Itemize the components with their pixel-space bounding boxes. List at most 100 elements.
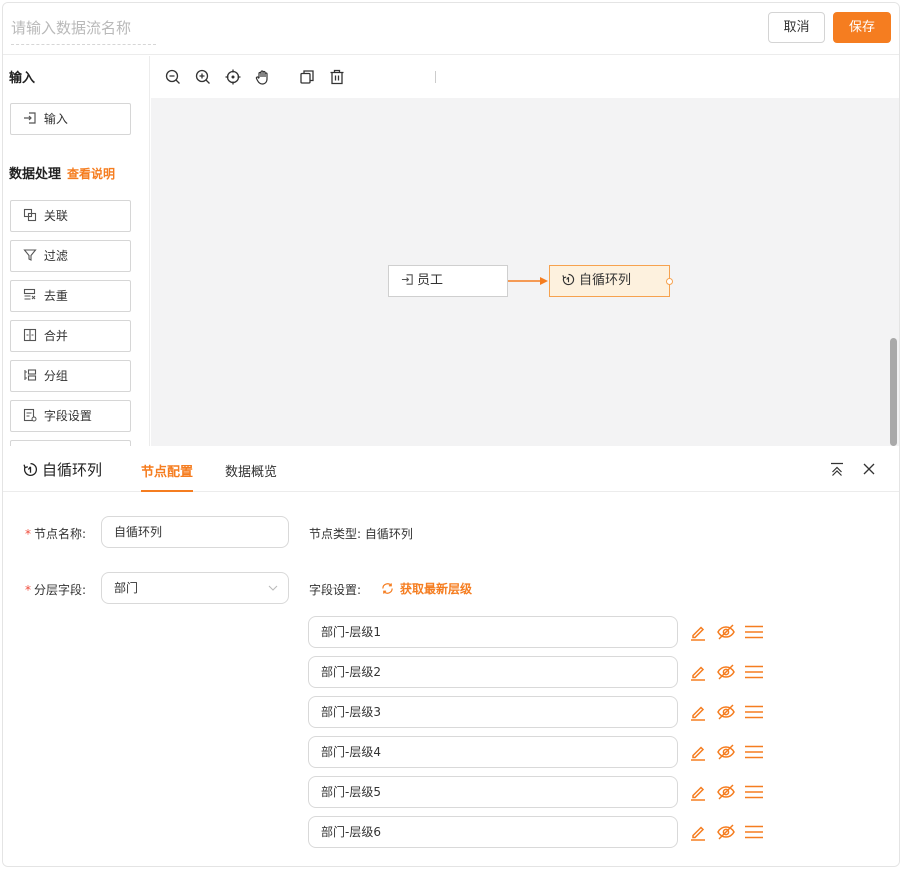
- layer-field-label: * 分层字段:: [25, 583, 87, 597]
- close-icon[interactable]: [861, 461, 877, 477]
- layer-field-label-text: 分层字段:: [34, 583, 87, 597]
- edit-icon[interactable]: [688, 742, 708, 762]
- pan-hand-icon[interactable]: [255, 69, 271, 85]
- tool-join-label: 关联: [43, 209, 68, 223]
- level-input[interactable]: 部门-层级5: [308, 776, 678, 808]
- tool-dedupe[interactable]: 去重: [10, 280, 131, 312]
- copy-icon[interactable]: [299, 69, 315, 85]
- level-input[interactable]: 部门-层级3: [308, 696, 678, 728]
- drag-handle-icon[interactable]: [744, 662, 764, 682]
- tool-field-settings[interactable]: 字段设置: [10, 400, 131, 432]
- tool-filter[interactable]: 过滤: [10, 240, 131, 272]
- drag-handle-icon[interactable]: [744, 742, 764, 762]
- input-section-title: 输入: [9, 71, 36, 86]
- drag-handle-icon[interactable]: [744, 622, 764, 642]
- refresh-levels-label: 获取最新层级: [400, 582, 473, 596]
- toolbar-divider: [435, 71, 436, 83]
- level-row: 部门-层级4: [308, 736, 778, 768]
- node-name-label: * 节点名称:: [25, 527, 87, 541]
- dedupe-icon: [23, 288, 36, 300]
- delete-icon[interactable]: [329, 69, 345, 85]
- tab-node-config[interactable]: 节点配置: [141, 461, 194, 492]
- join-icon: [23, 208, 37, 222]
- hide-eye-icon[interactable]: [716, 622, 736, 642]
- merge-icon: [23, 328, 37, 342]
- refresh-icon: [382, 583, 393, 594]
- flow-name-input[interactable]: 请输入数据流名称: [11, 13, 156, 45]
- level-input[interactable]: 部门-层级6: [308, 816, 678, 848]
- tool-input-label: 输入: [43, 112, 68, 126]
- edit-icon[interactable]: [688, 822, 708, 842]
- level-row: 部门-层级3: [308, 696, 778, 728]
- app-frame: 请输入数据流名称 取消 保存 输入 输入 数据处理 查看说明 关联 过滤 去重 合…: [2, 2, 900, 867]
- level-row: 部门-层级1: [308, 616, 778, 648]
- flow-node-self-loop[interactable]: 自循环列: [549, 265, 673, 297]
- hide-eye-icon[interactable]: [716, 742, 736, 762]
- node-name-label-text: 节点名称:: [34, 527, 87, 541]
- level-row: 部门-层级5: [308, 776, 778, 808]
- tool-merge-label: 合并: [43, 329, 68, 343]
- self-loop-icon: [23, 462, 37, 476]
- collapse-icon[interactable]: [829, 461, 845, 477]
- hide-eye-icon[interactable]: [716, 782, 736, 802]
- level-input[interactable]: 部门-层级1: [308, 616, 678, 648]
- drag-handle-icon[interactable]: [744, 822, 764, 842]
- node-name-input[interactable]: 自循环列: [101, 516, 289, 548]
- zoom-in-icon[interactable]: [195, 69, 211, 85]
- processing-section-title: 数据处理 查看说明: [9, 163, 115, 182]
- save-button[interactable]: 保存: [833, 12, 891, 43]
- level-row: 部门-层级6: [308, 816, 778, 848]
- panel-title-text: 自循环列: [42, 461, 103, 479]
- edit-icon[interactable]: [688, 782, 708, 802]
- flow-edge-arrow[interactable]: [508, 273, 550, 289]
- canvas-scrollbar-thumb[interactable]: [890, 338, 897, 446]
- flow-canvas[interactable]: 员工 自循环列: [151, 98, 899, 446]
- field-settings-icon: [23, 408, 37, 422]
- self-loop-icon: [562, 273, 575, 286]
- refresh-levels-button[interactable]: 获取最新层级: [381, 580, 472, 597]
- hide-eye-icon[interactable]: [716, 662, 736, 682]
- level-input[interactable]: 部门-层级2: [308, 656, 678, 688]
- node-type-label: 节点类型:: [309, 527, 362, 541]
- tool-merge[interactable]: 合并: [10, 320, 131, 352]
- tool-group[interactable]: 分组: [10, 360, 131, 392]
- level-row: 部门-层级2: [308, 656, 778, 688]
- flow-node-source-label: 员工: [417, 273, 444, 288]
- layer-field-select[interactable]: 部门: [101, 572, 289, 604]
- tool-input[interactable]: 输入: [10, 103, 131, 135]
- drag-handle-icon[interactable]: [744, 702, 764, 722]
- node-type-value: 自循环列: [364, 527, 413, 541]
- group-icon: [24, 369, 37, 381]
- tool-group-label: 分组: [43, 369, 68, 383]
- node-palette: 输入 输入 数据处理 查看说明 关联 过滤 去重 合并 分组 字段设置: [3, 56, 150, 446]
- edit-icon[interactable]: [688, 702, 708, 722]
- input-icon: [24, 112, 36, 124]
- edit-icon[interactable]: [688, 622, 708, 642]
- edit-icon[interactable]: [688, 662, 708, 682]
- tab-data-overview[interactable]: 数据概览: [225, 461, 277, 492]
- zoom-out-icon[interactable]: [165, 69, 181, 85]
- cancel-button[interactable]: 取消: [768, 12, 825, 43]
- flow-node-source[interactable]: 员工: [388, 265, 508, 297]
- node-output-port[interactable]: [666, 278, 673, 285]
- help-link[interactable]: 查看说明: [67, 167, 115, 181]
- field-settings-label: 字段设置:: [309, 583, 362, 597]
- processing-title-text: 数据处理: [9, 167, 62, 182]
- tool-dedupe-label: 去重: [43, 289, 68, 303]
- filter-icon: [23, 249, 37, 261]
- chevron-down-icon: [268, 585, 278, 591]
- level-input[interactable]: 部门-层级4: [308, 736, 678, 768]
- panel-header: 自循环列 节点配置 数据概览: [3, 446, 899, 492]
- panel-title: 自循环列: [23, 459, 102, 480]
- tool-filter-label: 过滤: [43, 249, 68, 263]
- layer-field-value: 部门: [114, 581, 139, 595]
- hide-eye-icon[interactable]: [716, 702, 736, 722]
- node-type-info: 节点类型: 自循环列: [309, 525, 413, 542]
- tool-join[interactable]: 关联: [10, 200, 131, 232]
- input-icon: [401, 274, 413, 285]
- center-icon[interactable]: [225, 69, 241, 85]
- node-config-panel: 自循环列 节点配置 数据概览 * 节点名称: 自循环列 节点类型: 自循环列 * 分…: [3, 446, 899, 866]
- hide-eye-icon[interactable]: [716, 822, 736, 842]
- flow-node-self-loop-label: 自循环列: [579, 273, 632, 288]
- drag-handle-icon[interactable]: [744, 782, 764, 802]
